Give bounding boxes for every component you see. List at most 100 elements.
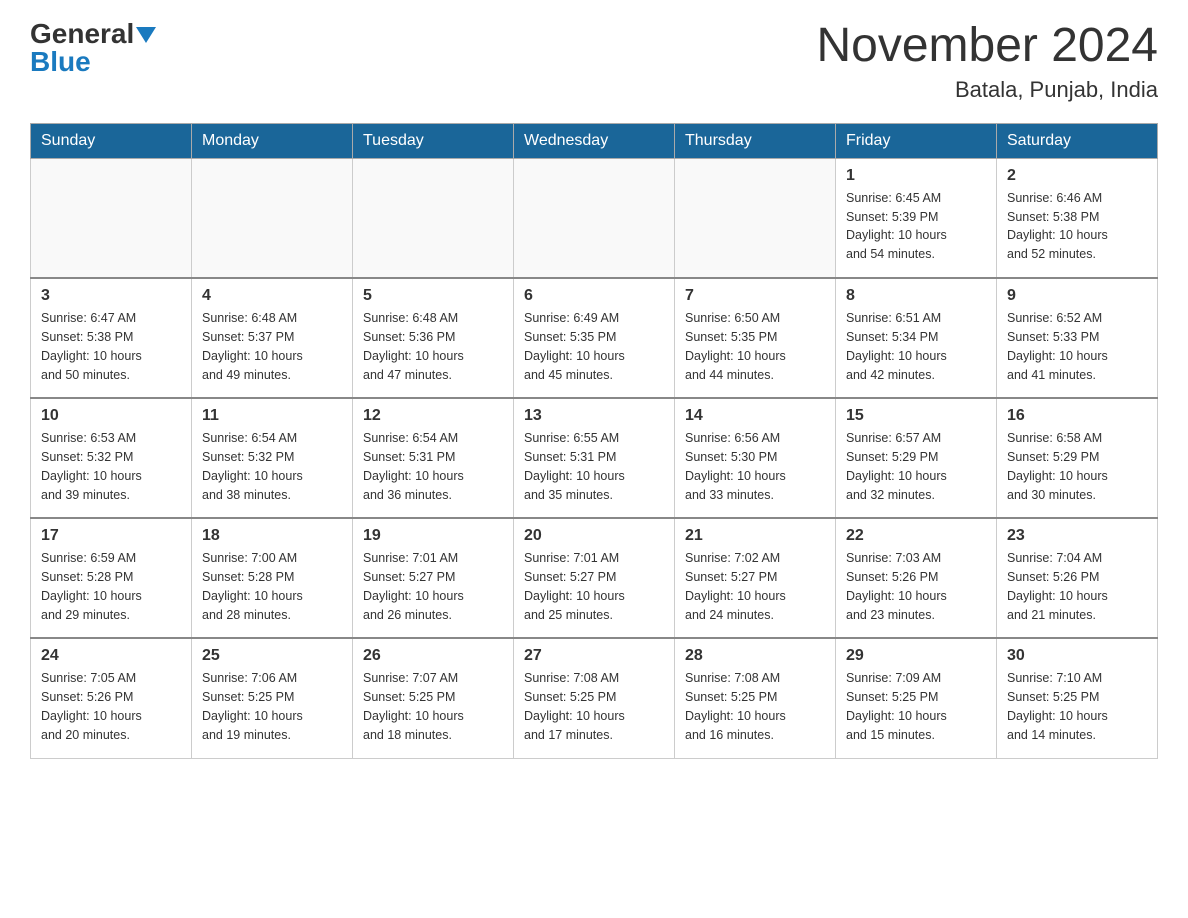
day-number: 2 bbox=[1007, 167, 1147, 185]
day-info: Sunrise: 6:46 AM Sunset: 5:38 PM Dayligh… bbox=[1007, 189, 1147, 264]
calendar-cell: 6 Sunrise: 6:49 AM Sunset: 5:35 PM Daylig… bbox=[514, 278, 675, 398]
day-number: 18 bbox=[202, 527, 342, 545]
calendar-cell: 7 Sunrise: 6:50 AM Sunset: 5:35 PM Daylig… bbox=[675, 278, 836, 398]
calendar-cell: 4Sunrise: 6:48 AM Sunset: 5:37 PM Daylig… bbox=[192, 278, 353, 398]
calendar-cell: 20Sunrise: 7:01 AM Sunset: 5:27 PM Dayli… bbox=[514, 518, 675, 638]
weekday-header-saturday: Saturday bbox=[997, 123, 1158, 158]
day-number: 19 bbox=[363, 527, 503, 545]
day-info: Sunrise: 7:00 AM Sunset: 5:28 PM Dayligh… bbox=[202, 549, 342, 624]
day-info: Sunrise: 6:49 AM Sunset: 5:35 PM Dayligh… bbox=[524, 309, 664, 384]
logo-triangle-icon bbox=[136, 27, 156, 43]
location-title: Batala, Punjab, India bbox=[816, 77, 1158, 103]
day-number: 5 bbox=[363, 287, 503, 305]
day-number: 12 bbox=[363, 407, 503, 425]
day-number: 25 bbox=[202, 647, 342, 665]
day-number: 15 bbox=[846, 407, 986, 425]
calendar-cell: 26 Sunrise: 7:07 AM Sunset: 5:25 PM Dayli… bbox=[353, 638, 514, 758]
calendar-cell: 23 Sunrise: 7:04 AM Sunset: 5:26 PM Dayli… bbox=[997, 518, 1158, 638]
calendar-week-row: 17 Sunrise: 6:59 AM Sunset: 5:28 PM Dayli… bbox=[31, 518, 1158, 638]
day-info: Sunrise: 7:03 AM Sunset: 5:26 PM Dayligh… bbox=[846, 549, 986, 624]
calendar-cell bbox=[675, 158, 836, 278]
day-info: Sunrise: 6:55 AM Sunset: 5:31 PM Dayligh… bbox=[524, 429, 664, 504]
day-info: Sunrise: 6:59 AM Sunset: 5:28 PM Dayligh… bbox=[41, 549, 181, 624]
calendar-cell: 17 Sunrise: 6:59 AM Sunset: 5:28 PM Dayli… bbox=[31, 518, 192, 638]
day-info: Sunrise: 7:04 AM Sunset: 5:26 PM Dayligh… bbox=[1007, 549, 1147, 624]
day-number: 4 bbox=[202, 287, 342, 305]
calendar-cell bbox=[31, 158, 192, 278]
logo-general: General bbox=[30, 18, 134, 49]
day-number: 28 bbox=[685, 647, 825, 665]
logo-blue: Blue bbox=[30, 46, 91, 77]
day-number: 21 bbox=[685, 527, 825, 545]
calendar-cell: 22 Sunrise: 7:03 AM Sunset: 5:26 PM Dayli… bbox=[836, 518, 997, 638]
calendar-cell: 25 Sunrise: 7:06 AM Sunset: 5:25 PM Dayli… bbox=[192, 638, 353, 758]
calendar-cell bbox=[353, 158, 514, 278]
day-number: 10 bbox=[41, 407, 181, 425]
day-info: Sunrise: 7:01 AM Sunset: 5:27 PM Dayligh… bbox=[363, 549, 503, 624]
day-number: 29 bbox=[846, 647, 986, 665]
day-info: Sunrise: 7:05 AM Sunset: 5:26 PM Dayligh… bbox=[41, 669, 181, 744]
month-title: November 2024 bbox=[816, 20, 1158, 73]
calendar-cell: 13 Sunrise: 6:55 AM Sunset: 5:31 PM Dayli… bbox=[514, 398, 675, 518]
calendar-cell bbox=[514, 158, 675, 278]
weekday-header-row: SundayMondayTuesdayWednesdayThursdayFrid… bbox=[31, 123, 1158, 158]
calendar-cell: 30 Sunrise: 7:10 AM Sunset: 5:25 PM Dayli… bbox=[997, 638, 1158, 758]
calendar-cell: 12 Sunrise: 6:54 AM Sunset: 5:31 PM Dayli… bbox=[353, 398, 514, 518]
day-info: Sunrise: 7:09 AM Sunset: 5:25 PM Dayligh… bbox=[846, 669, 986, 744]
day-info: Sunrise: 7:06 AM Sunset: 5:25 PM Dayligh… bbox=[202, 669, 342, 744]
calendar-cell: 14Sunrise: 6:56 AM Sunset: 5:30 PM Dayli… bbox=[675, 398, 836, 518]
calendar-cell: 16 Sunrise: 6:58 AM Sunset: 5:29 PM Dayli… bbox=[997, 398, 1158, 518]
day-info: Sunrise: 6:57 AM Sunset: 5:29 PM Dayligh… bbox=[846, 429, 986, 504]
day-number: 22 bbox=[846, 527, 986, 545]
day-info: Sunrise: 6:45 AM Sunset: 5:39 PM Dayligh… bbox=[846, 189, 986, 264]
day-info: Sunrise: 6:48 AM Sunset: 5:36 PM Dayligh… bbox=[363, 309, 503, 384]
day-number: 23 bbox=[1007, 527, 1147, 545]
day-number: 3 bbox=[41, 287, 181, 305]
day-number: 24 bbox=[41, 647, 181, 665]
calendar-cell: 9Sunrise: 6:52 AM Sunset: 5:33 PM Daylig… bbox=[997, 278, 1158, 398]
day-number: 30 bbox=[1007, 647, 1147, 665]
day-info: Sunrise: 6:50 AM Sunset: 5:35 PM Dayligh… bbox=[685, 309, 825, 384]
day-info: Sunrise: 6:54 AM Sunset: 5:31 PM Dayligh… bbox=[363, 429, 503, 504]
calendar-cell: 29 Sunrise: 7:09 AM Sunset: 5:25 PM Dayli… bbox=[836, 638, 997, 758]
calendar-cell: 19 Sunrise: 7:01 AM Sunset: 5:27 PM Dayli… bbox=[353, 518, 514, 638]
day-info: Sunrise: 6:56 AM Sunset: 5:30 PM Dayligh… bbox=[685, 429, 825, 504]
day-number: 13 bbox=[524, 407, 664, 425]
calendar-cell: 10 Sunrise: 6:53 AM Sunset: 5:32 PM Dayli… bbox=[31, 398, 192, 518]
calendar-week-row: 24 Sunrise: 7:05 AM Sunset: 5:26 PM Dayli… bbox=[31, 638, 1158, 758]
day-info: Sunrise: 6:54 AM Sunset: 5:32 PM Dayligh… bbox=[202, 429, 342, 504]
weekday-header-tuesday: Tuesday bbox=[353, 123, 514, 158]
day-number: 7 bbox=[685, 287, 825, 305]
calendar-cell: 15 Sunrise: 6:57 AM Sunset: 5:29 PM Dayli… bbox=[836, 398, 997, 518]
calendar-cell: 24 Sunrise: 7:05 AM Sunset: 5:26 PM Dayli… bbox=[31, 638, 192, 758]
day-info: Sunrise: 7:01 AM Sunset: 5:27 PM Dayligh… bbox=[524, 549, 664, 624]
day-info: Sunrise: 7:08 AM Sunset: 5:25 PM Dayligh… bbox=[524, 669, 664, 744]
calendar-cell: 28 Sunrise: 7:08 AM Sunset: 5:25 PM Dayli… bbox=[675, 638, 836, 758]
calendar-week-row: 3Sunrise: 6:47 AM Sunset: 5:38 PM Daylig… bbox=[31, 278, 1158, 398]
calendar-cell: 18 Sunrise: 7:00 AM Sunset: 5:28 PM Dayli… bbox=[192, 518, 353, 638]
calendar-cell bbox=[192, 158, 353, 278]
calendar-cell: 27 Sunrise: 7:08 AM Sunset: 5:25 PM Dayli… bbox=[514, 638, 675, 758]
calendar-cell: 8Sunrise: 6:51 AM Sunset: 5:34 PM Daylig… bbox=[836, 278, 997, 398]
logo: General Blue bbox=[30, 20, 156, 76]
calendar-table: SundayMondayTuesdayWednesdayThursdayFrid… bbox=[30, 123, 1158, 759]
day-number: 6 bbox=[524, 287, 664, 305]
day-number: 17 bbox=[41, 527, 181, 545]
day-number: 27 bbox=[524, 647, 664, 665]
page-header: General Blue November 2024 Batala, Punja… bbox=[30, 20, 1158, 103]
calendar-cell: 3Sunrise: 6:47 AM Sunset: 5:38 PM Daylig… bbox=[31, 278, 192, 398]
day-number: 11 bbox=[202, 407, 342, 425]
title-area: November 2024 Batala, Punjab, India bbox=[816, 20, 1158, 103]
day-info: Sunrise: 7:10 AM Sunset: 5:25 PM Dayligh… bbox=[1007, 669, 1147, 744]
day-info: Sunrise: 6:51 AM Sunset: 5:34 PM Dayligh… bbox=[846, 309, 986, 384]
calendar-week-row: 10 Sunrise: 6:53 AM Sunset: 5:32 PM Dayli… bbox=[31, 398, 1158, 518]
day-info: Sunrise: 6:58 AM Sunset: 5:29 PM Dayligh… bbox=[1007, 429, 1147, 504]
calendar-cell: 5 Sunrise: 6:48 AM Sunset: 5:36 PM Daylig… bbox=[353, 278, 514, 398]
day-info: Sunrise: 7:08 AM Sunset: 5:25 PM Dayligh… bbox=[685, 669, 825, 744]
day-number: 26 bbox=[363, 647, 503, 665]
day-info: Sunrise: 6:53 AM Sunset: 5:32 PM Dayligh… bbox=[41, 429, 181, 504]
weekday-header-sunday: Sunday bbox=[31, 123, 192, 158]
calendar-cell: 2 Sunrise: 6:46 AM Sunset: 5:38 PM Daylig… bbox=[997, 158, 1158, 278]
day-info: Sunrise: 7:07 AM Sunset: 5:25 PM Dayligh… bbox=[363, 669, 503, 744]
day-number: 16 bbox=[1007, 407, 1147, 425]
